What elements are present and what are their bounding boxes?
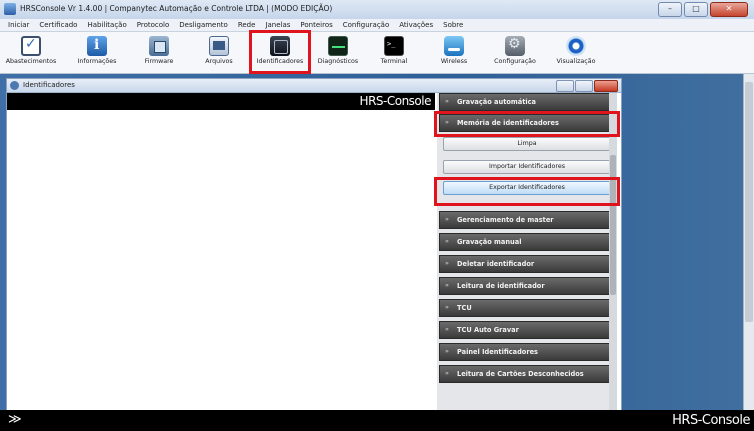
child-close-button[interactable] xyxy=(594,80,618,92)
folder-icon xyxy=(209,36,229,56)
section-label: Painel Identificadores xyxy=(457,348,538,356)
toolbar-abastecimentos[interactable]: Abastecimentos xyxy=(2,34,60,71)
view-icon xyxy=(566,36,586,56)
child-minimize-button[interactable] xyxy=(556,80,574,92)
menu-protocolo[interactable]: Protocolo xyxy=(137,19,170,31)
section-memoria-identificadores[interactable]: » Memória de identificadores xyxy=(439,114,615,132)
checkbox-icon xyxy=(21,36,41,56)
panel-scrollbar[interactable] xyxy=(609,93,617,411)
toolbar-label: Identificadores xyxy=(256,58,304,65)
section-label: Deletar identificador xyxy=(457,260,535,268)
section-deletar-identificador[interactable]: » Deletar identificador xyxy=(439,255,615,273)
diagnostics-icon xyxy=(328,36,348,56)
section-leitura-identificador[interactable]: » Leitura de identificador xyxy=(439,277,615,295)
toolbar: Abastecimentos Informações Firmware Arqu… xyxy=(0,30,754,74)
title-bar: HRSConsole Vr 1.4.00 | Companytec Automa… xyxy=(0,0,754,20)
chevron-right-icon: » xyxy=(445,304,449,311)
status-brand-text: HRS-Console xyxy=(672,413,750,428)
app-icon xyxy=(4,3,16,15)
chevron-down-icon: » xyxy=(445,119,449,126)
toolbar-configuracao[interactable]: Configuração xyxy=(486,34,544,71)
chevron-right-icon: » xyxy=(445,348,449,355)
menu-certificado[interactable]: Certificado xyxy=(39,19,77,31)
gear-icon xyxy=(505,36,525,56)
toolbar-label: Terminal xyxy=(380,58,408,65)
toolbar-arquivos[interactable]: Arquivos xyxy=(190,34,248,71)
toolbar-firmware[interactable]: Firmware xyxy=(130,34,188,71)
toolbar-label: Informações xyxy=(77,58,117,65)
section-label: Gravação manual xyxy=(457,238,522,246)
toolbar-diagnosticos[interactable]: Diagnósticos xyxy=(309,34,367,71)
actions-panel: » Gravação automática » Memória de ident… xyxy=(437,93,617,411)
terminal-icon xyxy=(384,36,404,56)
menu-bar: Iniciar Certificado Habilitação Protocol… xyxy=(0,19,754,32)
toolbar-label: Diagnósticos xyxy=(317,58,359,65)
panel-scrollbar-thumb[interactable] xyxy=(610,155,616,295)
maximize-button[interactable]: □ xyxy=(684,2,708,17)
chevron-right-icon: » xyxy=(445,238,449,245)
toolbar-label: Visualização xyxy=(556,58,596,65)
section-label: Leitura de Cartões Desconhecidos xyxy=(457,370,584,378)
window-icon xyxy=(10,81,19,90)
menu-sobre[interactable]: Sobre xyxy=(443,19,463,31)
id-badge-icon xyxy=(270,36,290,56)
section-gravacao-automatica[interactable]: » Gravação automática xyxy=(439,93,615,111)
wireless-icon xyxy=(444,36,464,56)
chevron-right-icon: » xyxy=(445,370,449,377)
child-window-title: Identificadores xyxy=(23,81,75,89)
chevron-right-icon: » xyxy=(445,282,449,289)
section-leitura-cartoes-desconhecidos[interactable]: » Leitura de Cartões Desconhecidos xyxy=(439,365,615,383)
child-title-bar: Identificadores xyxy=(7,79,621,93)
exportar-identificadores-button[interactable]: Exportar Identificadores xyxy=(443,181,611,195)
importar-identificadores-button[interactable]: Importar Identificadores xyxy=(443,160,611,174)
identifiers-list-area[interactable] xyxy=(7,110,435,410)
chevron-right-icon: » xyxy=(445,326,449,333)
child-maximize-button[interactable] xyxy=(575,80,593,92)
section-label: Gravação automática xyxy=(457,98,536,106)
toolbar-label: Firmware xyxy=(144,58,174,65)
section-painel-identificadores[interactable]: » Painel Identificadores xyxy=(439,343,615,361)
toolbar-label: Arquivos xyxy=(205,58,233,65)
section-label: TCU Auto Gravar xyxy=(457,326,519,334)
status-bar: ≫ HRS-Console xyxy=(0,410,754,431)
collapse-chevron-icon[interactable]: ≫ xyxy=(8,412,22,427)
workspace-scrollbar-thumb[interactable] xyxy=(745,82,753,322)
section-label: TCU xyxy=(457,304,472,312)
toolbar-label: Abastecimentos xyxy=(5,58,57,65)
chevron-right-icon: » xyxy=(445,98,449,105)
section-label: Memória de identificadores xyxy=(457,119,559,127)
close-button[interactable]: ✕ xyxy=(710,2,748,17)
section-gerenciamento-master[interactable]: » Gerenciamento de master xyxy=(439,211,615,229)
toolbar-label: Wireless xyxy=(440,58,468,65)
brand-header: HRS-Console xyxy=(7,93,435,110)
chevron-right-icon: » xyxy=(445,216,449,223)
minimize-button[interactable]: – xyxy=(658,2,682,17)
toolbar-wireless[interactable]: Wireless xyxy=(425,34,483,71)
toolbar-label: Configuração xyxy=(494,58,536,65)
toolbar-identificadores[interactable]: Identificadores xyxy=(249,30,311,74)
mdi-workspace: Identificadores HRS-Console » Gravação a… xyxy=(0,74,754,412)
toolbar-informacoes[interactable]: Informações xyxy=(68,34,126,71)
menu-desligamento[interactable]: Desligamento xyxy=(179,19,228,31)
menu-iniciar[interactable]: Iniciar xyxy=(8,19,29,31)
section-tcu[interactable]: » TCU xyxy=(439,299,615,317)
menu-ativacoes[interactable]: Ativações xyxy=(399,19,433,31)
toolbar-terminal[interactable]: Terminal xyxy=(365,34,423,71)
menu-configuracao[interactable]: Configuração xyxy=(343,19,389,31)
identificadores-window: Identificadores HRS-Console » Gravação a… xyxy=(6,78,622,412)
chevron-right-icon: » xyxy=(445,260,449,267)
info-icon xyxy=(87,36,107,56)
toolbar-visualizacao[interactable]: Visualização xyxy=(547,34,605,71)
section-label: Gerenciamento de master xyxy=(457,216,554,224)
workspace-scrollbar[interactable] xyxy=(743,74,754,410)
section-label: Leitura de identificador xyxy=(457,282,545,290)
limpa-button[interactable]: Limpa xyxy=(443,137,611,151)
menu-habilitacao[interactable]: Habilitação xyxy=(87,19,126,31)
brand-logo-text: HRS-Console xyxy=(359,94,432,108)
window-title: HRSConsole Vr 1.4.00 | Companytec Automa… xyxy=(20,4,333,13)
chip-icon xyxy=(149,36,169,56)
section-gravacao-manual[interactable]: » Gravação manual xyxy=(439,233,615,251)
section-tcu-auto-gravar[interactable]: » TCU Auto Gravar xyxy=(439,321,615,339)
